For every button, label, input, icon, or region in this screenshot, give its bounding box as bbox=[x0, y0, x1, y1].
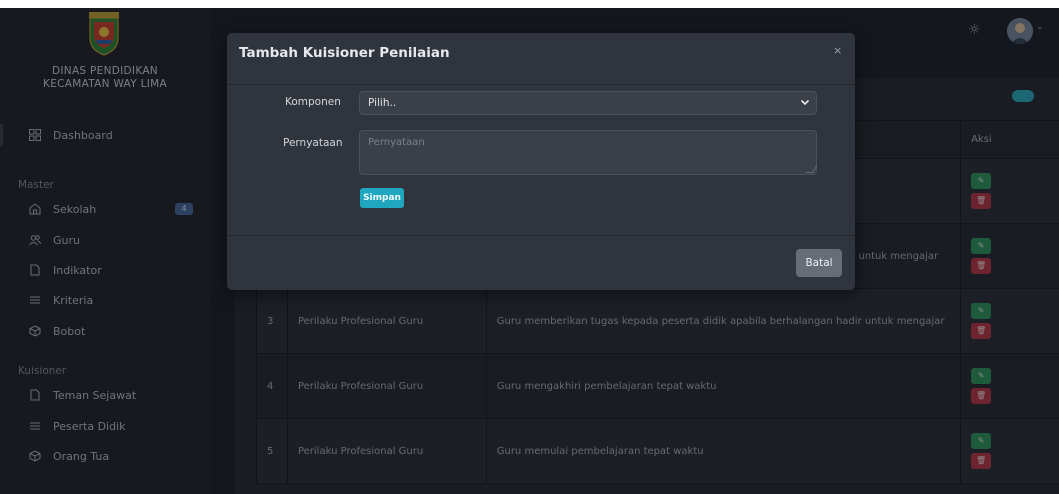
modal-header: Tambah Kuisioner Penilaian × bbox=[227, 33, 855, 85]
komponen-select[interactable]: Pilih.. bbox=[359, 91, 817, 115]
pernyataan-input[interactable] bbox=[359, 130, 817, 175]
close-icon[interactable]: × bbox=[833, 44, 842, 57]
pernyataan-label: Pernyataan bbox=[283, 137, 343, 149]
komponen-label: Komponen bbox=[285, 96, 341, 108]
batal-button[interactable]: Batal bbox=[796, 249, 842, 277]
tambah-kuisioner-modal: Tambah Kuisioner Penilaian × Komponen Pi… bbox=[227, 33, 855, 290]
modal-title: Tambah Kuisioner Penilaian bbox=[239, 45, 450, 61]
modal-divider bbox=[227, 235, 855, 236]
chevron-down-icon bbox=[800, 97, 810, 110]
simpan-button[interactable]: Simpan bbox=[360, 188, 404, 208]
komponen-select-value: Pilih.. bbox=[368, 97, 397, 109]
